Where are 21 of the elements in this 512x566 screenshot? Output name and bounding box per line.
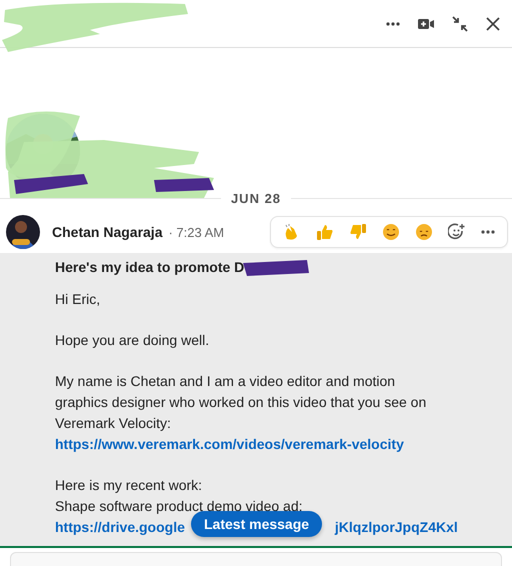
minimize-icon[interactable] <box>452 16 468 32</box>
sad-emoji-icon[interactable] <box>415 223 433 241</box>
video-call-icon[interactable] <box>418 18 434 30</box>
smile-emoji-icon[interactable] <box>382 223 400 241</box>
message-text: Hi Eric, <box>55 290 100 309</box>
message-time: · 7:23 AM <box>168 224 224 240</box>
more-options-icon[interactable] <box>386 22 400 26</box>
message-text: Hope you are doing well. <box>55 331 210 350</box>
thumbs-up-icon[interactable] <box>316 223 334 241</box>
latest-message-button[interactable]: Latest message <box>191 511 322 537</box>
message-link[interactable]: jKlqzlporJpqZ4Kxl <box>334 517 458 538</box>
more-options-icon[interactable] <box>481 230 495 234</box>
message-link[interactable]: https://drive.google <box>55 517 185 538</box>
message-text: My name is Chetan and I am a video editor and motion graphics designer who worked on this video that you see on Veremark Velocity: <box>55 372 428 433</box>
close-icon[interactable] <box>486 16 500 30</box>
add-reaction-icon[interactable] <box>448 223 466 241</box>
message-text: Here is my recent work: <box>55 476 202 495</box>
sender-name[interactable]: Chetan Nagaraja <box>52 224 162 240</box>
thumbs-down-icon[interactable] <box>349 223 367 241</box>
message-subject: Here's my idea to promote D <box>55 258 244 277</box>
message-link[interactable]: https://www.veremark.com/videos/veremark-velocity <box>55 434 404 455</box>
